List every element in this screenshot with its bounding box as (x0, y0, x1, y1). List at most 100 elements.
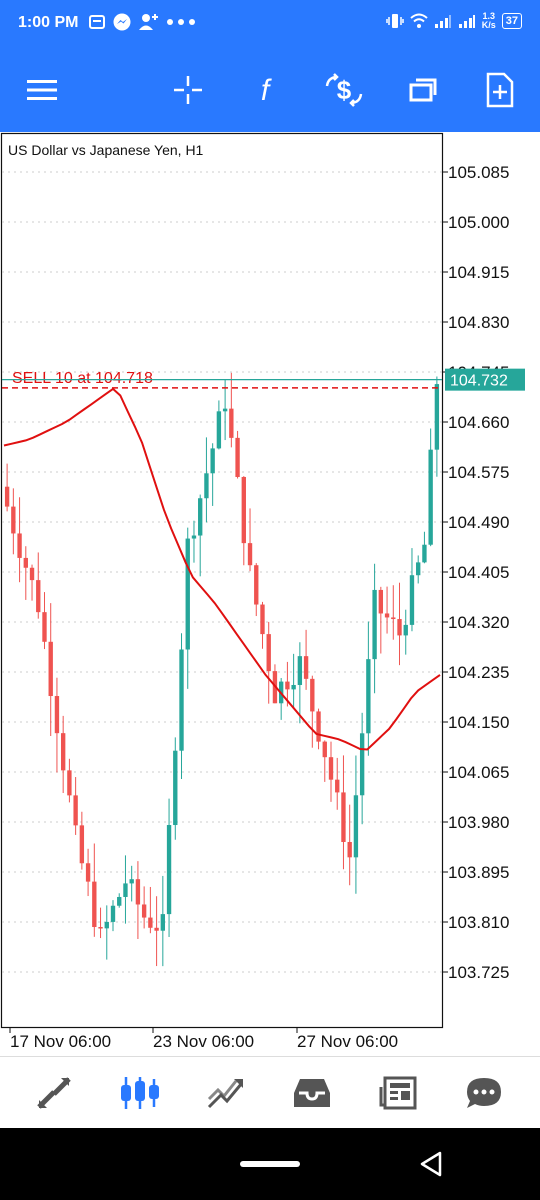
candle-body (110, 905, 116, 922)
plot-frame (0, 132, 444, 1029)
candle-body (434, 384, 440, 450)
candle-body (366, 659, 371, 734)
candle-body (391, 617, 396, 620)
candle-body (303, 656, 309, 679)
y-tick-label: 103.895 (448, 863, 509, 882)
candle-body (235, 437, 240, 477)
messages-icon (467, 1078, 501, 1108)
candle-body (60, 733, 66, 771)
candle-body (42, 612, 47, 642)
candle-body (372, 589, 377, 660)
candle-body (229, 408, 234, 438)
candle-body (54, 696, 60, 734)
current-price-label: 104.732 (450, 373, 508, 390)
indicators-button[interactable]: f (245, 70, 285, 110)
candle-body (291, 684, 296, 690)
trade-button[interactable]: $ (324, 70, 364, 110)
candle-body (378, 589, 384, 614)
window-button[interactable] (403, 70, 443, 110)
candle-body (216, 411, 222, 449)
y-tick-label: 104.575 (448, 463, 509, 482)
candle-body (117, 896, 122, 906)
candle-body (73, 795, 78, 826)
signal-icon (434, 15, 451, 28)
candle-body (166, 825, 172, 915)
crosshair-button[interactable] (168, 70, 208, 110)
bottom-navigation (0, 1056, 540, 1129)
candle-body (67, 770, 72, 796)
candle-body (210, 448, 215, 474)
candle-body (241, 476, 246, 544)
sim-card-icon (89, 15, 105, 29)
function-icon: f (261, 74, 272, 107)
x-axis: 17 Nov 06:00 23 Nov 06:00 27 Nov 06:00 (9, 1027, 398, 1051)
candle-body (285, 681, 290, 690)
home-button[interactable] (240, 1161, 300, 1167)
y-tick-label: 103.980 (448, 813, 509, 832)
candle-body (104, 921, 109, 929)
menu-icon (27, 80, 57, 100)
candle-body (92, 881, 97, 928)
nav-quotes[interactable] (32, 1073, 76, 1113)
status-time: 1:00 PM (18, 14, 79, 31)
y-tick-label: 104.490 (448, 513, 509, 532)
y-tick-label: 105.085 (448, 163, 509, 182)
candle-body (198, 498, 203, 536)
candle-body (353, 795, 359, 858)
candle-body (254, 565, 259, 605)
quotes-icon (37, 1077, 71, 1109)
svg-text:f: f (261, 74, 272, 107)
candle-body (428, 449, 433, 545)
status-bar: 1:00 PM 1.3 K/s 37 (0, 0, 540, 48)
candle-body (185, 538, 190, 650)
y-tick-label: 104.830 (448, 313, 509, 332)
new-order-button[interactable] (480, 70, 520, 110)
candles (4, 372, 440, 967)
notification-icons (88, 12, 196, 32)
nav-news[interactable] (376, 1073, 420, 1113)
window-icon (409, 78, 437, 102)
x-tick-label: 23 Nov 06:00 (153, 1032, 254, 1051)
nav-messages[interactable] (462, 1073, 506, 1113)
candle-body (123, 883, 128, 897)
candle-body (335, 779, 340, 793)
network-speed-unit: K/s (481, 20, 496, 30)
candle-body (222, 408, 228, 412)
y-tick-label: 104.235 (448, 663, 509, 682)
candle-body (85, 863, 91, 882)
candle-body (4, 486, 10, 507)
menu-button[interactable] (22, 70, 62, 110)
x-tick-label: 17 Nov 06:00 (10, 1032, 111, 1051)
nav-chart[interactable] (118, 1073, 162, 1113)
battery-icon: 37 (501, 13, 522, 29)
candle-body (98, 927, 103, 929)
signal-icon (458, 15, 475, 28)
trade-icon (207, 1079, 244, 1109)
candle-body (328, 757, 334, 780)
network-speed: 1.3 K/s (482, 12, 496, 30)
candle-body (48, 641, 53, 697)
sell-order-label: SELL 10 at 104.718 (12, 370, 153, 387)
new-document-icon (486, 72, 514, 108)
candle-body (341, 792, 346, 842)
nav-history[interactable] (290, 1073, 334, 1113)
grid (2, 171, 442, 973)
candle-body (297, 656, 303, 685)
nav-trade[interactable] (204, 1073, 248, 1113)
y-tick-label: 104.065 (448, 763, 509, 782)
chart-toolbar: f $ (0, 48, 540, 132)
candle-body (204, 473, 209, 499)
price-chart[interactable]: 105.085105.000104.915104.830104.745104.6… (0, 132, 540, 1056)
vibrate-icon (385, 14, 404, 28)
dollar-exchange-icon: $ (325, 73, 363, 107)
candle-body (179, 649, 184, 751)
chart-area[interactable]: 105.085105.000104.915104.830104.745104.6… (0, 132, 540, 1056)
system-status-icons: 1.3 K/s 37 (385, 12, 522, 30)
candle-body (247, 543, 253, 566)
candle-body (154, 927, 159, 931)
candle-body (359, 733, 365, 796)
candle-body (129, 879, 134, 884)
back-icon[interactable] (418, 1150, 444, 1178)
candle-body (403, 624, 408, 636)
wifi-icon (410, 13, 428, 28)
